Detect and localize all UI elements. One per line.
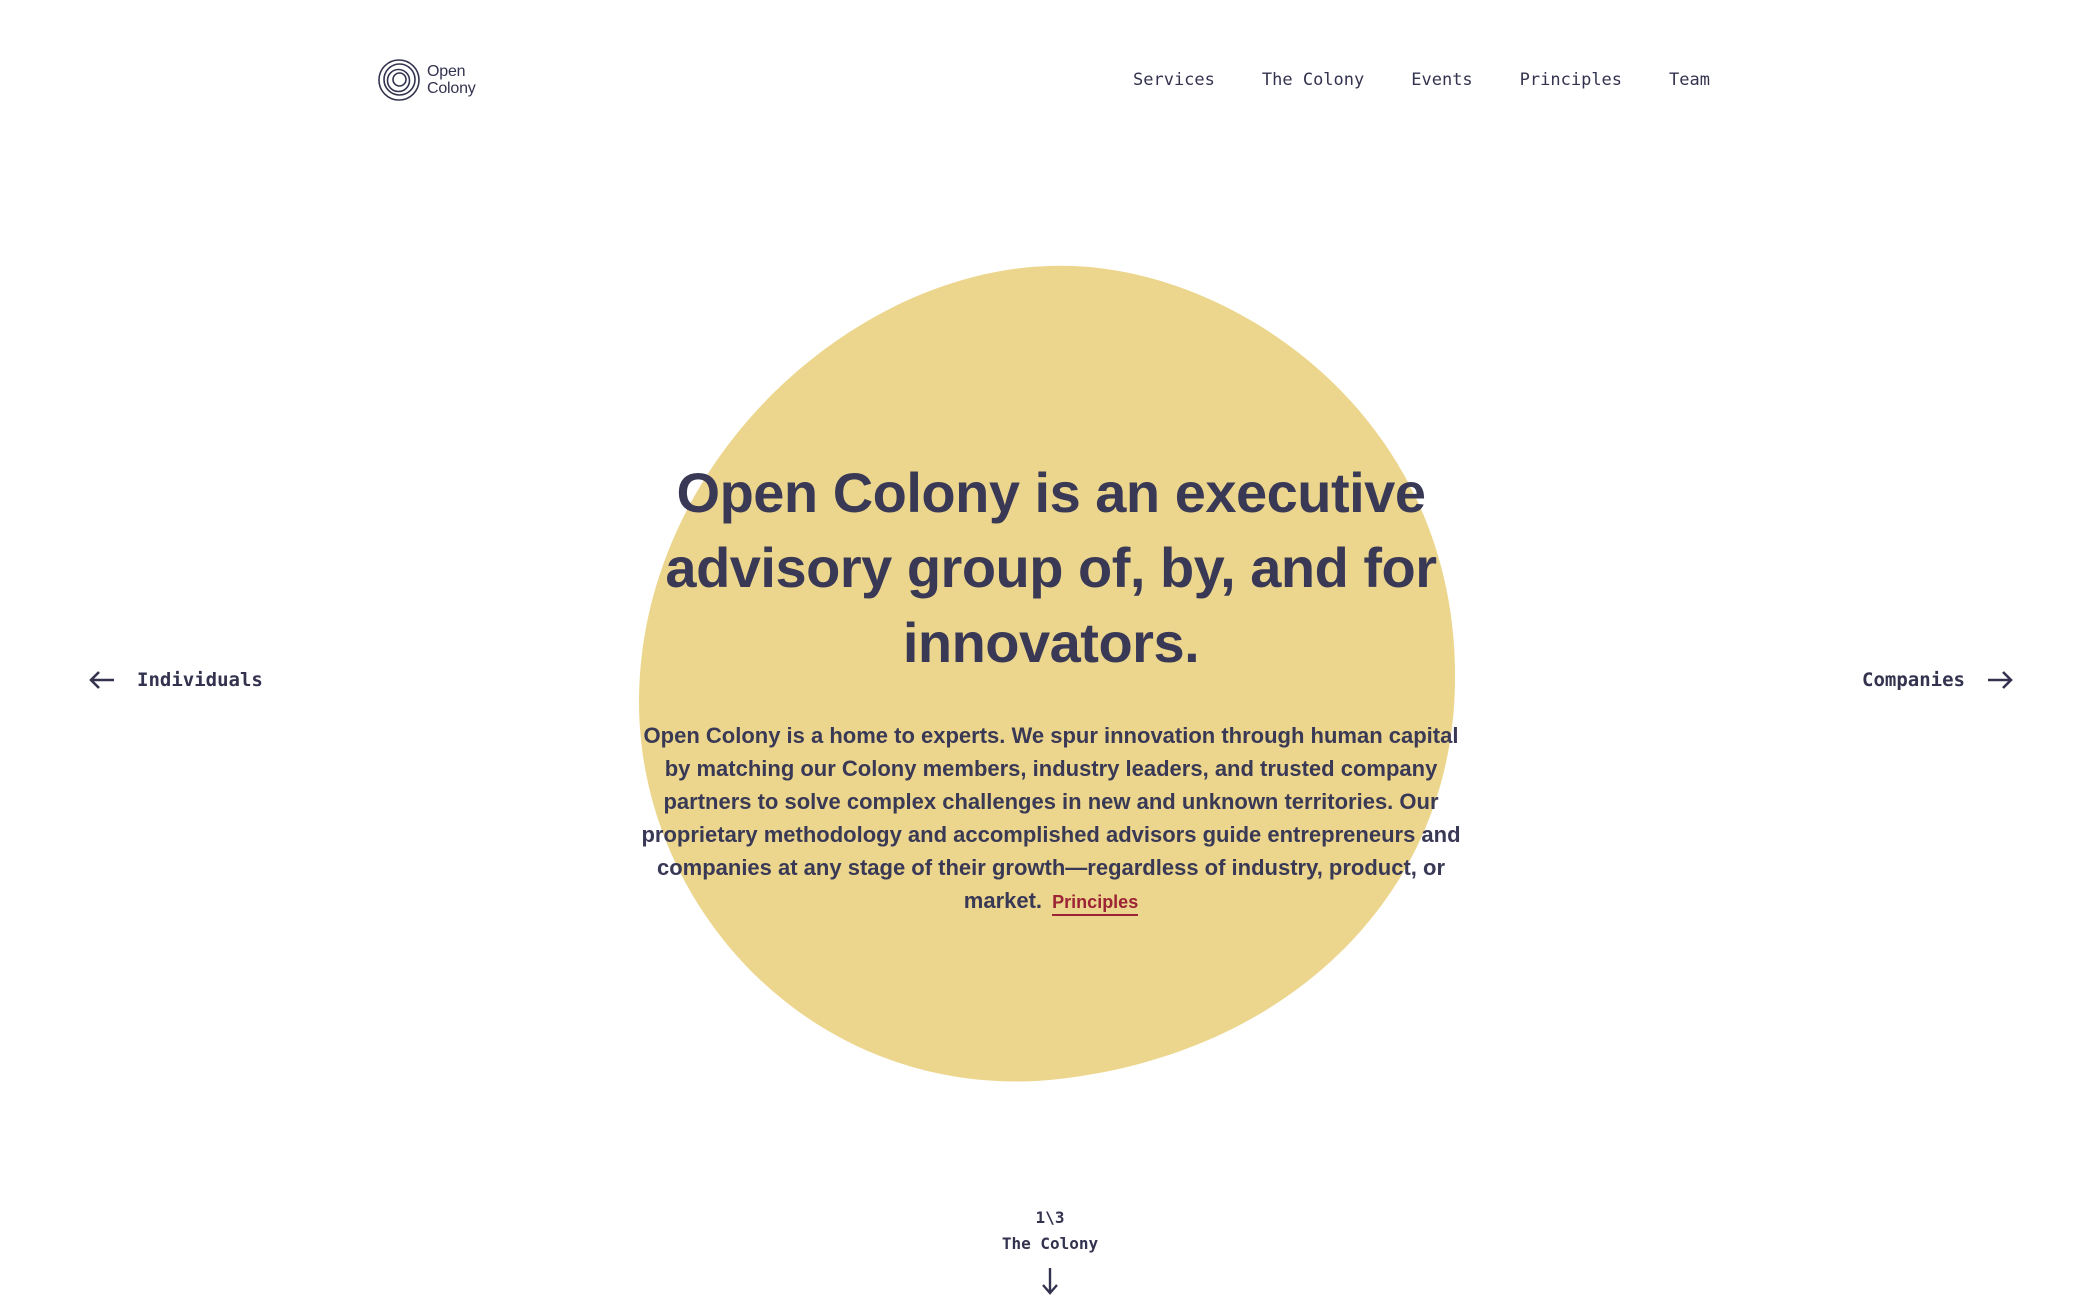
nav-item-events[interactable]: Events (1411, 70, 1472, 90)
logo-line-2: Colony (427, 80, 476, 97)
principles-link[interactable]: Principles (1052, 892, 1139, 916)
logo-link[interactable]: Open Colony (377, 58, 476, 102)
nav-item-the-colony[interactable]: The Colony (1262, 70, 1364, 90)
hero-headline: Open Colony is an executive advisory gro… (665, 461, 1437, 674)
nav-item-principles[interactable]: Principles (1520, 70, 1622, 90)
hero-body: Open Colony is a home to experts. We spu… (630, 719, 1472, 919)
individuals-link[interactable]: Individuals (89, 669, 263, 691)
main-nav: Services The Colony Events Principles Te… (1133, 70, 1710, 90)
hero-body-text: Open Colony is a home to experts. We spu… (641, 723, 1461, 913)
logo-line-1: Open (427, 63, 466, 80)
scroll-down-button[interactable] (950, 1267, 1150, 1295)
pager-section-label: The Colony (1001, 1234, 1099, 1253)
arrow-right-icon (1987, 671, 2013, 689)
arrow-left-icon (89, 671, 114, 689)
section-pager: 1\3 The Colony (950, 1205, 1150, 1295)
companies-link[interactable]: Companies (1862, 669, 2013, 691)
nav-item-team[interactable]: Team (1669, 70, 1710, 90)
individuals-label: Individuals (137, 669, 263, 691)
arrow-down-icon (1042, 1268, 1058, 1295)
companies-label: Companies (1862, 669, 1965, 691)
nav-item-services[interactable]: Services (1133, 70, 1215, 90)
pager-position: 1\3 (1035, 1208, 1065, 1227)
logo-wordmark: Open Colony (427, 63, 476, 97)
concentric-spiral-icon (378, 59, 420, 101)
